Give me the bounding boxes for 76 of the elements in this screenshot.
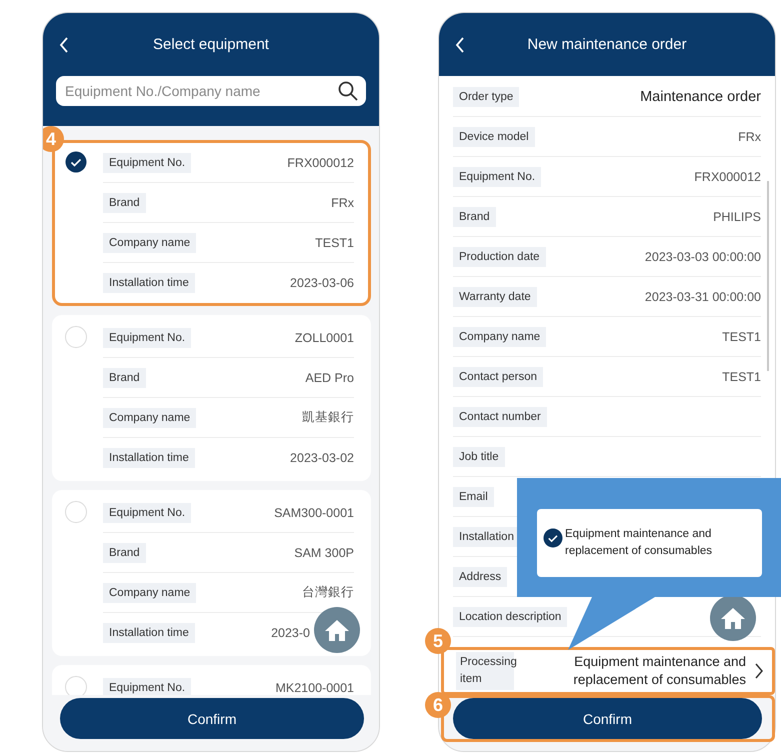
search-field[interactable]: Equipment No./Company name (56, 76, 366, 106)
field-value: 2023-03-31 00:00:00 (644, 290, 761, 304)
field-label: Company name (103, 408, 196, 428)
equipment-card[interactable]: Equipment No. ZOLL0001 Brand AED Pro Company name 凱基銀行 Installation time 2023-03-02 (52, 315, 371, 481)
chevron-right-icon (754, 663, 764, 679)
field-value: FRX000012 (694, 170, 761, 184)
field-value: MK2100-0001 (275, 681, 354, 695)
field-label: Installation time (103, 273, 195, 293)
field-value: TEST1 (722, 370, 761, 384)
home-icon (720, 606, 746, 630)
field-label: Device model (453, 126, 535, 146)
search-input[interactable]: Equipment No./Company name (65, 83, 338, 99)
field-label: Brand (453, 206, 496, 226)
screen-title: New maintenance order (527, 36, 687, 53)
field-label: Installation time (103, 623, 195, 643)
radio-button[interactable] (65, 501, 87, 523)
field-value: TEST1 (315, 236, 354, 250)
field-value: FRx (331, 196, 354, 210)
field-label: Company name (453, 326, 546, 346)
field-value: ZOLL0001 (294, 330, 354, 344)
field-label: Equipment No. (453, 166, 542, 186)
equipment-card[interactable]: Equipment No. MK2100-0001 (52, 665, 371, 695)
processing-item-row[interactable]: Processing item Equipment maintenance and replacement of consumables (441, 647, 775, 695)
step-badge: 6 (425, 692, 451, 718)
field-value: FRX000012 (287, 156, 354, 170)
field-label: Contact person (453, 366, 543, 386)
field-label: Address (453, 566, 508, 586)
radio-button[interactable] (65, 676, 87, 695)
scrollbar[interactable] (767, 181, 769, 371)
field-label: Equipment No. (103, 678, 192, 695)
field-label: Processing item (456, 652, 514, 690)
home-icon (324, 618, 350, 642)
confirm-button[interactable]: Confirm (60, 698, 364, 739)
field-value: 台灣銀行 (302, 584, 354, 601)
field-label: Job title (453, 446, 505, 466)
field-value: Maintenance order (640, 88, 761, 104)
search-icon[interactable] (338, 81, 358, 101)
back-icon[interactable] (59, 37, 69, 53)
back-icon[interactable] (455, 37, 465, 53)
field-value: TEST1 (722, 330, 761, 344)
field-label: Equipment No. (103, 328, 192, 348)
step-badge: 5 (425, 628, 451, 654)
field-value: 2023-03-06 (290, 276, 354, 290)
field-value: AED Pro (305, 370, 354, 384)
field-label: Production date (453, 246, 546, 266)
step-badge: 4 (43, 126, 64, 152)
field-value: Equipment maintenance and replacement of consumables (572, 653, 747, 689)
field-label: Company name (103, 232, 196, 252)
field-label: Brand (103, 542, 146, 562)
field-value: PHILIPS (713, 210, 761, 224)
option-label: Equipment maintenance and replacement of consumables (565, 527, 714, 559)
radio-button[interactable] (65, 151, 87, 173)
equipment-card[interactable]: Equipment No. SAM300-0001 Brand SAM 300P Company name 台灣銀行 Installation time 2023-0 (52, 490, 371, 656)
field-value: 2023-03-02 (290, 451, 354, 465)
field-value: 2023-03-03 00:00:00 (644, 250, 761, 264)
field-value: 凱基銀行 (302, 409, 354, 426)
field-label: Contact number (453, 406, 547, 426)
radio-button[interactable] (65, 326, 87, 348)
field-label: Equipment No. (103, 152, 192, 172)
checkbox[interactable] (543, 528, 563, 548)
field-label: Installation (453, 526, 520, 546)
field-value: 2023-0 (271, 626, 310, 640)
field-label: Brand (103, 368, 146, 388)
field-value: SAM300-0001 (274, 506, 354, 520)
field-label: Email (453, 486, 494, 506)
field-label: Order type (453, 86, 520, 106)
confirm-button[interactable]: Confirm (453, 698, 762, 739)
field-label: Installation time (103, 448, 195, 468)
screen-title: Select equipment (153, 36, 269, 53)
field-label: Company name (103, 582, 196, 602)
field-value: SAM 300P (294, 546, 354, 560)
field-label: Equipment No. (103, 502, 192, 522)
field-label: Brand (103, 192, 146, 212)
field-label: Location description (453, 606, 568, 626)
field-value: FRx (738, 130, 761, 144)
field-label: Warranty date (453, 286, 537, 306)
